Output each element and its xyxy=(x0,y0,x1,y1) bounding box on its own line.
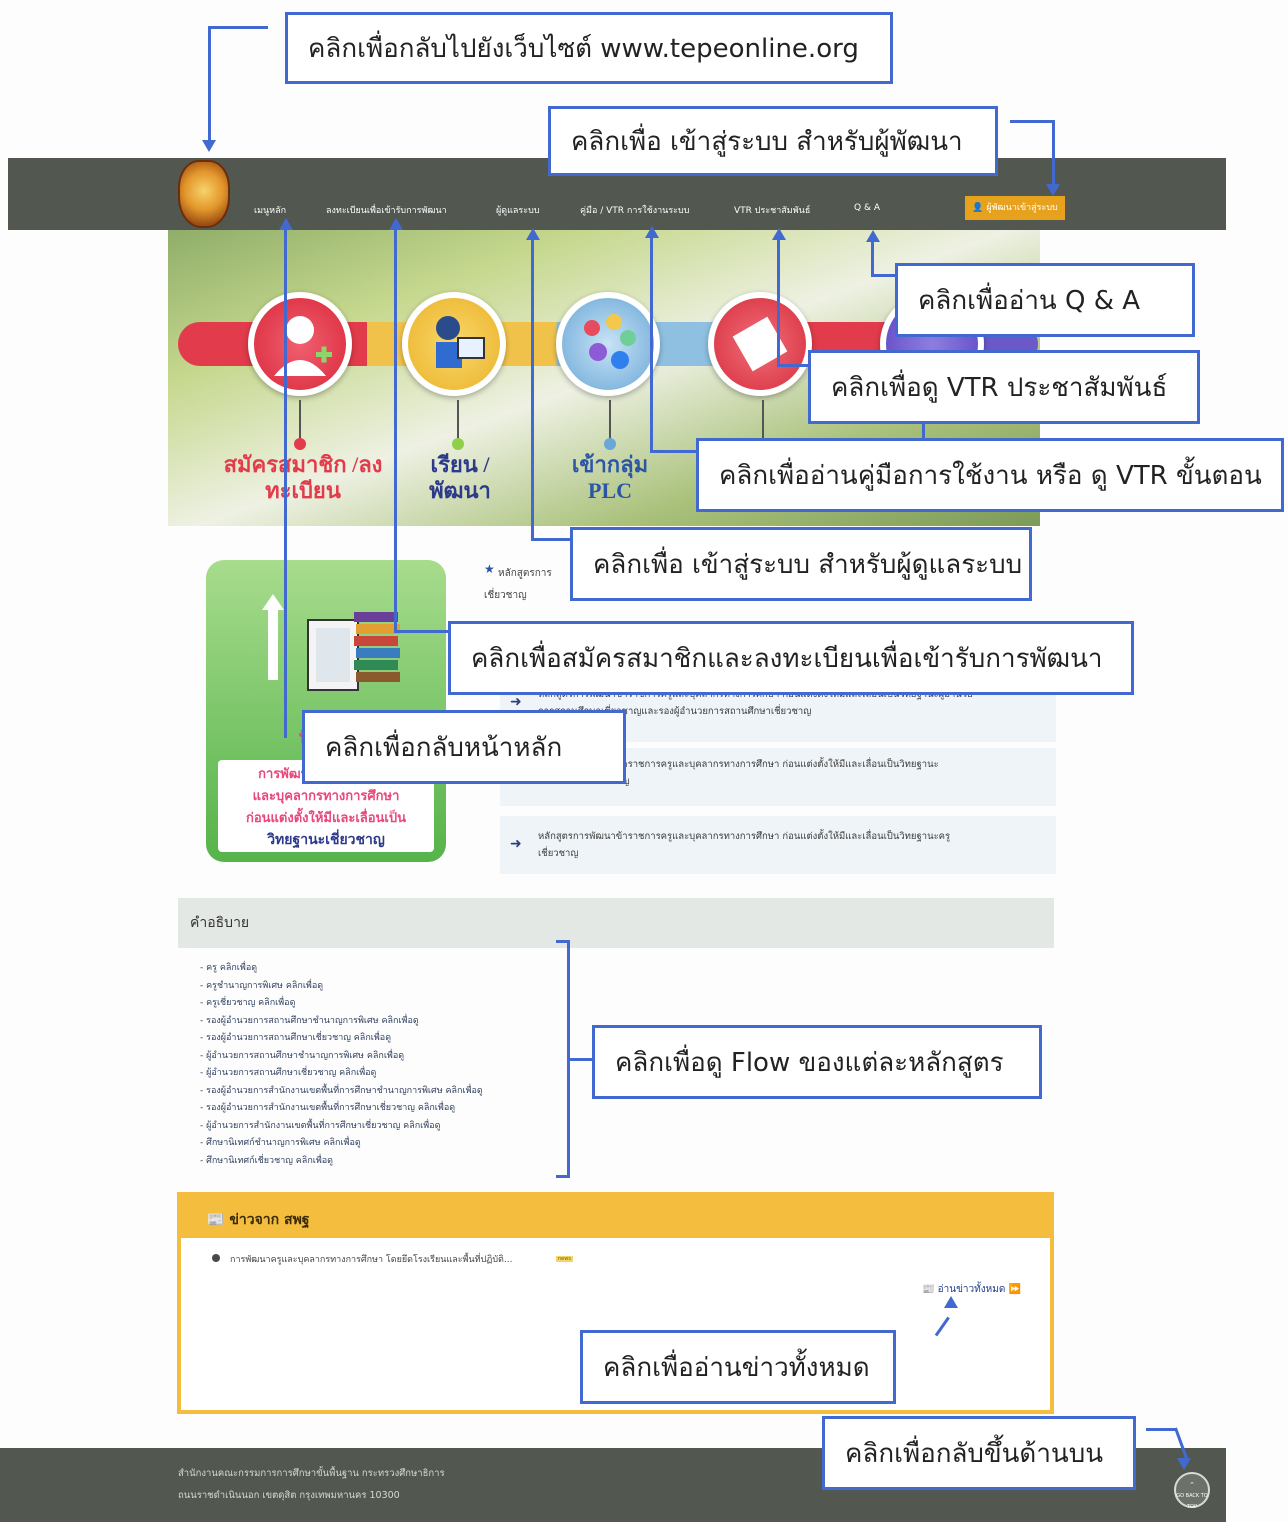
callout-bracket xyxy=(556,940,570,1178)
callout-arrow xyxy=(284,228,287,738)
back-to-top-button[interactable]: ⌃ GO BACK TO TOP xyxy=(1174,1472,1210,1510)
description-link[interactable]: - รองผู้อำนวยการสำนักงานเขตพื้นที่การศึก… xyxy=(200,1100,483,1118)
description-link[interactable]: - ศึกษานิเทศก์ชำนาญการพิเศษ คลิกเพื่อดู xyxy=(200,1135,483,1153)
callout-developer-login: คลิกเพื่อ เข้าสู่ระบบ สำหรับผู้พัฒนา xyxy=(548,106,998,176)
description-link[interactable]: - ผู้อำนวยการสำนักงานเขตพื้นที่การศึกษาเ… xyxy=(200,1118,483,1136)
callout-arrow xyxy=(1052,120,1055,186)
callout-read-news: คลิกเพื่ออ่านข่าวทั้งหมด xyxy=(580,1330,896,1404)
news-badge: news xyxy=(556,1256,573,1262)
login-button-label: ผู้พัฒนาเข้าสู่ระบบ xyxy=(986,203,1058,213)
course-card-line: และบุคลากรทางการศึกษา xyxy=(252,789,400,804)
footer-org: สำนักงานคณะกรรมการการศึกษาขั้นพื้นฐาน กร… xyxy=(178,1468,445,1479)
hero-dot xyxy=(604,438,616,450)
description-link[interactable]: - ผู้อำนวยการสถานศึกษาเชี่ยวชาญ คลิกเพื่… xyxy=(200,1065,483,1083)
callout-qa: คลิกเพื่ออ่าน Q & A xyxy=(895,263,1195,337)
callout-arrow xyxy=(650,450,698,453)
description-title: คำอธิบาย xyxy=(190,915,250,931)
learn-circle-icon[interactable] xyxy=(402,292,506,396)
hero-dot xyxy=(452,438,464,450)
callout-arrow xyxy=(208,26,268,29)
news-item-link[interactable]: การพัฒนาครูและบุคลากรทางการศึกษา โดยยึดโ… xyxy=(230,1252,512,1266)
nav-vtr[interactable]: VTR ประชาสัมพันธ์ xyxy=(734,203,810,217)
callout-arrow xyxy=(208,26,211,142)
callout-manual: คลิกเพื่ออ่านคู่มือการใช้งาน หรือ ดู VTR… xyxy=(696,438,1284,512)
register-circle-icon[interactable] xyxy=(248,292,352,396)
callout-home: คลิกเพื่อกลับหน้าหลัก xyxy=(302,710,626,784)
callout-arrow xyxy=(394,630,450,633)
arrow-right-icon: ➜ xyxy=(510,836,522,852)
certificate-circle-icon[interactable] xyxy=(708,292,812,396)
callout-arrow xyxy=(531,238,534,540)
hero-dot xyxy=(294,438,306,450)
nav-register[interactable]: ลงทะเบียนเพื่อเข้ารับการพัฒนา xyxy=(326,203,447,217)
developer-login-button[interactable]: 👤 ผู้พัฒนาเข้าสู่ระบบ xyxy=(965,196,1065,220)
callout-arrow xyxy=(871,240,874,276)
register-label[interactable]: สมัครสมาชิก /ลงทะเบียน xyxy=(218,452,388,504)
callout-flow: คลิกเพื่อดู Flow ของแต่ละหลักสูตร xyxy=(592,1025,1042,1099)
callout-arrow xyxy=(570,1058,592,1061)
news-title: 📰 ข่าวจาก สพฐ xyxy=(207,1212,310,1228)
description-link[interactable]: - รองผู้อำนวยการสำนักงานเขตพื้นที่การศึก… xyxy=(200,1083,483,1101)
site-logo[interactable] xyxy=(178,160,230,228)
description-link[interactable]: - ศึกษานิเทศก์เชี่ยวชาญ คลิกเพื่อดู xyxy=(200,1153,483,1171)
news-header xyxy=(181,1196,1050,1238)
nav-manual[interactable]: คู่มือ / VTR การใช้งานระบบ xyxy=(580,203,689,217)
course-header-line2: เชี่ยวชาญ xyxy=(484,590,527,601)
callout-arrow xyxy=(777,238,780,366)
callout-arrow xyxy=(777,364,811,367)
nav-admin[interactable]: ผู้ดูแลระบบ xyxy=(496,203,540,217)
news-bullet xyxy=(212,1254,220,1262)
callout-admin-login: คลิกเพื่อ เข้าสู่ระบบ สำหรับผู้ดูแลระบบ xyxy=(570,527,1032,601)
learn-label[interactable]: เรียน /พัฒนา xyxy=(400,452,520,504)
description-link[interactable]: - ครูเชี่ยวชาญ คลิกเพื่อดู xyxy=(200,995,483,1013)
course-header: หลักสูตรการ xyxy=(498,568,552,579)
callout-register: คลิกเพื่อสมัครสมาชิกและลงทะเบียนเพื่อเข้… xyxy=(448,621,1134,695)
newspaper-icon: 📰 xyxy=(207,1212,225,1228)
nav-qa[interactable]: Q & A xyxy=(854,203,880,213)
course-row-text[interactable]: หลักสูตรการพัฒนาข้าราชการครูและบุคลากรทา… xyxy=(538,828,1038,862)
callout-arrowhead xyxy=(944,1296,958,1308)
nav-home[interactable]: เมนูหลัก xyxy=(254,203,286,217)
star-icon: ★ xyxy=(484,562,495,576)
callout-arrow xyxy=(1146,1428,1176,1431)
callout-arrow xyxy=(531,538,573,541)
books-icon xyxy=(262,594,400,691)
description-link[interactable]: - ผู้อำนวยการสถานศึกษาชำนาญการพิเศษ คลิก… xyxy=(200,1048,483,1066)
description-link[interactable]: - ครูชำนาญการพิเศษ คลิกเพื่อดู xyxy=(200,978,483,996)
callout-arrow xyxy=(1010,120,1054,123)
callout-back-top: คลิกเพื่อกลับขึ้นด้านบน xyxy=(822,1416,1136,1490)
description-link[interactable]: - รองผู้อำนวยการสถานศึกษาชำนาญการพิเศษ ค… xyxy=(200,1013,483,1031)
chevron-up-icon: ⌃ xyxy=(1189,1481,1195,1489)
callout-arrow xyxy=(394,228,397,632)
callout-arrowhead xyxy=(1046,184,1060,196)
arrow-right-icon: ➜ xyxy=(510,694,522,710)
description-header xyxy=(178,898,1054,948)
plc-circle-icon[interactable] xyxy=(556,292,660,396)
callout-vtr-pr: คลิกเพื่อดู VTR ประชาสัมพันธ์ xyxy=(808,350,1200,424)
callout-arrowhead xyxy=(1177,1458,1191,1470)
description-list: - ครู คลิกเพื่อดู - ครูชำนาญการพิเศษ คลิ… xyxy=(200,960,483,1170)
read-all-news-link[interactable]: 📰 อ่านข่าวทั้งหมด ⏩ xyxy=(922,1282,1021,1297)
user-icon: 👤 xyxy=(972,203,984,213)
callout-arrowhead xyxy=(202,140,216,152)
description-link[interactable]: - รองผู้อำนวยการสถานศึกษาเชี่ยวชาญ คลิกเ… xyxy=(200,1030,483,1048)
plc-label[interactable]: เข้ากลุ่ม PLC xyxy=(550,452,670,504)
newspaper-icon: 📰 xyxy=(922,1284,935,1295)
callout-arrow xyxy=(871,274,897,277)
callout-arrow xyxy=(922,424,925,438)
callout-arrow xyxy=(650,236,653,452)
course-card-line: ก่อนแต่งตั้งให้มีและเลื่อนเป็น xyxy=(245,811,407,826)
course-card-line: วิทยฐานะเชี่ยวชาญ xyxy=(267,832,385,848)
callout-website: คลิกเพื่อกลับไปยังเว็บไซต์ www.tepeonlin… xyxy=(285,12,893,84)
description-link[interactable]: - ครู คลิกเพื่อดู xyxy=(200,960,483,978)
footer-address: ถนนราชดำเนินนอก เขตดุสิต กรุงเทพมหานคร 1… xyxy=(178,1490,400,1501)
